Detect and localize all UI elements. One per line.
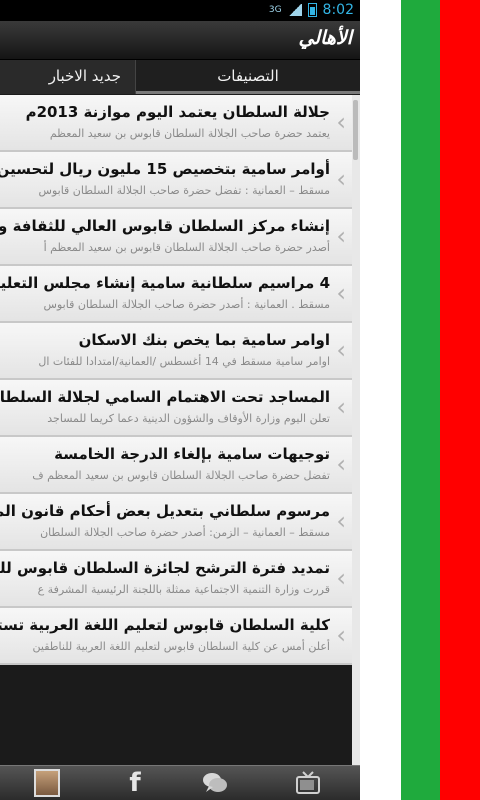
- news-item[interactable]: 4 مراسيم سلطانية سامية إنشاء مجلس التعلي…: [0, 266, 352, 323]
- news-item-title: إنشاء مركز السلطان قابوس العالي للثقافة …: [0, 217, 330, 235]
- signal-icon: [287, 4, 302, 16]
- news-item-title: تمديد فترة الترشح لجائزة السلطان قابوس ل…: [0, 559, 330, 577]
- news-item[interactable]: اوامر سامية بما يخص بنك الاسكان اوامر سا…: [0, 323, 352, 380]
- app-title-bar: الأهالي: [0, 21, 360, 60]
- news-item-title: جلالة السلطان يعتمد اليوم موازنة 2013م: [25, 103, 330, 121]
- scrollbar-thumb[interactable]: [353, 100, 358, 160]
- chevron-left-icon: ‹: [336, 108, 346, 136]
- news-item-title: توجيهات سامية بإلغاء الدرجة الخامسة: [54, 445, 330, 463]
- tab-categories-label: التصنيفات: [217, 67, 279, 85]
- chevron-left-icon: ‹: [336, 621, 346, 649]
- news-item-subtitle: أصدر حضرة صاحب الجلالة السلطان قابوس بن …: [43, 241, 330, 254]
- status-indicators: 3G 8:02: [269, 2, 354, 18]
- scrollbar-track[interactable]: [352, 95, 360, 765]
- tab-categories[interactable]: التصنيفات: [136, 60, 360, 94]
- news-item[interactable]: المساجد تحت الاهتمام السامي لجلالة السلط…: [0, 380, 352, 437]
- news-item[interactable]: إنشاء مركز السلطان قابوس العالي للثقافة …: [0, 209, 352, 266]
- news-item-subtitle: مسقط – العمانية – الزمن: أصدر حضرة صاحب …: [40, 526, 330, 539]
- news-item[interactable]: جلالة السلطان يعتمد اليوم موازنة 2013م ي…: [0, 95, 352, 152]
- chevron-left-icon: ‹: [336, 507, 346, 535]
- news-item-title: 4 مراسيم سلطانية سامية إنشاء مجلس التعلي…: [0, 274, 330, 292]
- network-type: 3G: [268, 5, 282, 15]
- news-item-subtitle: تفضل حضرة صاحب الجلالة السلطان قابوس بن …: [32, 469, 330, 482]
- chevron-left-icon: ‹: [336, 336, 346, 364]
- tv-icon[interactable]: [294, 769, 322, 797]
- news-item-subtitle: قررت وزارة التنمية الاجتماعية ممثلة بالل…: [37, 583, 330, 596]
- news-item[interactable]: توجيهات سامية بإلغاء الدرجة الخامسة تفضل…: [0, 437, 352, 494]
- news-item-title: مرسوم سلطاني بتعديل بعض أحكام قانون المج…: [0, 502, 330, 520]
- news-list: جلالة السلطان يعتمد اليوم موازنة 2013م ي…: [0, 95, 352, 665]
- chevron-left-icon: ‹: [336, 564, 346, 592]
- chevron-left-icon: ‹: [336, 450, 346, 478]
- chevron-left-icon: ‹: [336, 222, 346, 250]
- flag-stripe-red: [440, 0, 480, 800]
- news-item[interactable]: كلية السلطان قابوس لتعليم اللغة العربية …: [0, 608, 352, 665]
- status-bar: 3G 8:02: [0, 0, 360, 21]
- tab-latest-news[interactable]: جديد الاخبار: [0, 60, 136, 94]
- flag-stripe-green: [401, 0, 440, 800]
- tab-latest-news-label: جديد الاخبار: [48, 67, 121, 85]
- news-item[interactable]: مرسوم سلطاني بتعديل بعض أحكام قانون المج…: [0, 494, 352, 551]
- news-item[interactable]: تمديد فترة الترشح لجائزة السلطان قابوس ل…: [0, 551, 352, 608]
- facebook-icon[interactable]: f: [121, 769, 149, 797]
- tab-bar: جديد الاخبار التصنيفات: [0, 60, 360, 94]
- phone-screen: 3G 8:02 الأهالي جديد الاخبار التصنيفات ج…: [0, 0, 360, 800]
- chevron-left-icon: ‹: [336, 393, 346, 421]
- news-item-title: اوامر سامية بما يخص بنك الاسكان: [78, 331, 330, 349]
- news-item-subtitle: تعلن اليوم وزارة الأوقاف والشؤون الدينية…: [47, 412, 330, 425]
- news-item-subtitle: مسقط . العمانية : أصدر حضرة صاحب الجلالة…: [43, 298, 330, 311]
- photo-icon[interactable]: [34, 769, 60, 797]
- clock: 8:02: [322, 2, 354, 18]
- news-item-title: أوامر سامية بتخصيص 15 مليون ريال لتحسين …: [0, 160, 330, 178]
- app-logo: الأهالي: [298, 27, 352, 49]
- news-item-subtitle: مسقط – العمانية : تفضل حضرة صاحب الجلالة…: [38, 184, 330, 197]
- chevron-left-icon: ‹: [336, 279, 346, 307]
- battery-icon: [307, 3, 317, 17]
- news-item-title: المساجد تحت الاهتمام السامي لجلالة السلط…: [0, 388, 330, 406]
- bottom-toolbar: f: [0, 765, 360, 800]
- flag-stripe-white: [360, 0, 401, 800]
- chevron-left-icon: ‹: [336, 165, 346, 193]
- news-item[interactable]: أوامر سامية بتخصيص 15 مليون ريال لتحسين …: [0, 152, 352, 209]
- news-item-subtitle: أعلن أمس عن كلية السلطان قابوس لتعليم ال…: [32, 640, 330, 653]
- news-item-subtitle: اوامر سامية مسقط في 14 أغسطس /العمانية/ا…: [38, 355, 330, 368]
- news-item-subtitle: يعتمد حضرة صاحب الجلالة السلطان قابوس بن…: [49, 127, 330, 140]
- news-item-title: كلية السلطان قابوس لتعليم اللغة العربية …: [0, 616, 330, 634]
- active-tab-indicator: [136, 91, 360, 94]
- chat-bubbles-icon[interactable]: [201, 769, 229, 797]
